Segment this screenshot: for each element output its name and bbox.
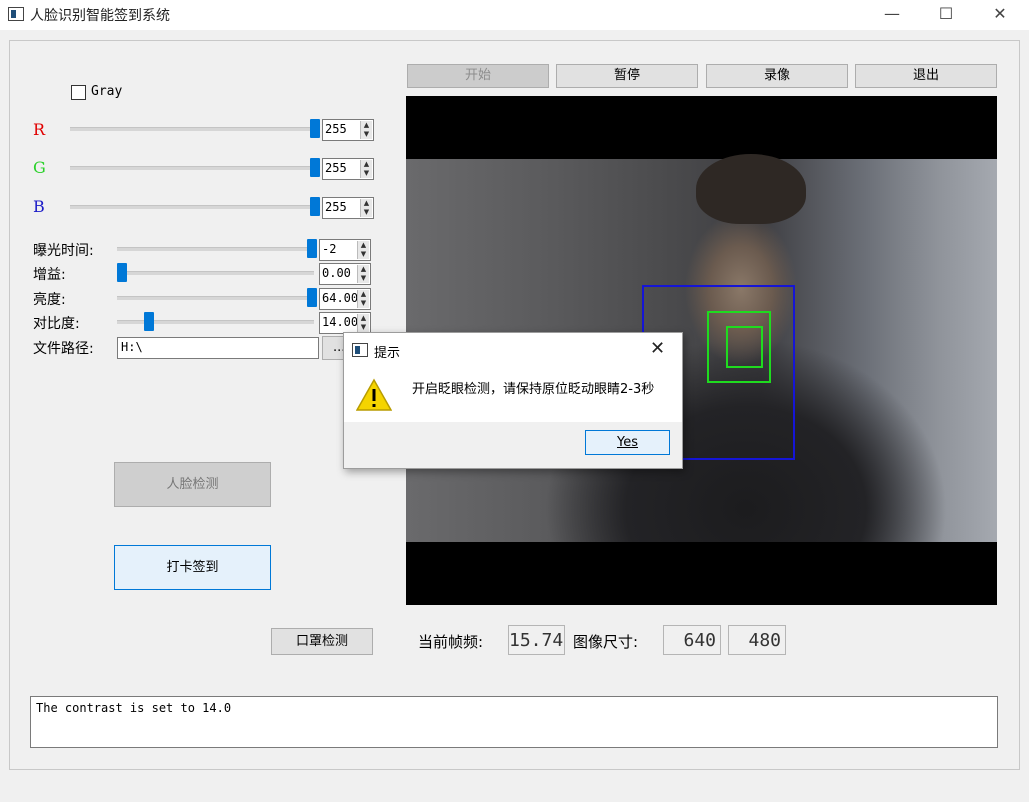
exposure-spinbox[interactable]: -2 ▲ ▼ (319, 239, 371, 261)
fps-label: 当前帧频: (418, 633, 484, 651)
eye-inner-box (726, 326, 763, 368)
status-bar (0, 776, 1029, 802)
log-text: The contrast is set to 14.0 (36, 701, 232, 715)
brightness-spinbox[interactable]: 64.00 ▲ ▼ (319, 288, 371, 310)
dialog-body: 开启眨眼检测，请保持原位眨动眼睛2-3秒 (344, 366, 682, 422)
b-label: B (33, 197, 45, 216)
width-display: 640 (663, 625, 721, 655)
contrast-value: 14.00 (322, 315, 359, 329)
r-spinbox[interactable]: 255 ▲ ▼ (322, 119, 374, 141)
contrast-label: 对比度: (33, 316, 80, 332)
b-value: 255 (325, 200, 347, 214)
message-dialog: 提示 ✕ 开启眨眼检测，请保持原位眨动眼睛2-3秒 Yes (343, 332, 683, 469)
spin-arrows-icon[interactable]: ▲ ▼ (357, 241, 369, 259)
path-input[interactable]: H:\ (117, 337, 319, 359)
spin-arrows-icon[interactable]: ▲ ▼ (360, 199, 372, 217)
g-slider-handle[interactable] (310, 158, 320, 177)
spin-arrows-icon[interactable]: ▲ ▼ (360, 121, 372, 139)
gray-checkbox[interactable] (71, 85, 86, 100)
dialog-close-icon[interactable]: ✕ (650, 338, 665, 359)
gain-spinbox[interactable]: 0.00 ▲ ▼ (319, 263, 371, 285)
yes-button[interactable]: Yes (585, 430, 670, 455)
face-detect-button[interactable]: 人脸检测 (114, 462, 271, 507)
dialog-message: 开启眨眼检测，请保持原位眨动眼睛2-3秒 (412, 382, 655, 397)
g-spinbox[interactable]: 255 ▲ ▼ (322, 158, 374, 180)
image-size-label: 图像尺寸: (573, 633, 639, 651)
gray-label: Gray (91, 84, 123, 99)
pause-button[interactable]: 暂停 (556, 64, 698, 88)
check-in-button[interactable]: 打卡签到 (114, 545, 271, 590)
minimize-button[interactable]: — (869, 2, 915, 26)
r-label: R (33, 120, 46, 139)
exposure-value: -2 (322, 242, 337, 256)
g-value: 255 (325, 161, 347, 175)
fps-display: 15.74 (508, 625, 565, 655)
gain-value: 0.00 (322, 266, 351, 280)
brightness-value: 64.00 (322, 291, 359, 305)
maximize-button[interactable]: ☐ (923, 2, 969, 26)
dialog-title: 提示 (374, 346, 401, 361)
gain-slider-handle[interactable] (117, 263, 127, 282)
spin-arrows-icon[interactable]: ▲ ▼ (357, 265, 369, 283)
r-value: 255 (325, 122, 347, 136)
brightness-slider-track[interactable] (117, 296, 314, 300)
path-value: H:\ (121, 340, 143, 354)
contrast-spinbox[interactable]: 14.00 ▲ ▼ (319, 312, 371, 334)
r-slider-handle[interactable] (310, 119, 320, 138)
log-textbox[interactable]: The contrast is set to 14.0 (30, 696, 998, 748)
dialog-app-icon (352, 343, 368, 357)
gain-label: 增益: (33, 267, 66, 283)
title-bar: 人脸识别智能签到系统 — ☐ ✕ (0, 0, 1029, 30)
dialog-title-bar: 提示 ✕ (344, 333, 682, 366)
exit-button[interactable]: 退出 (855, 64, 997, 88)
person-hair (696, 154, 806, 224)
spin-arrows-icon[interactable]: ▲ ▼ (357, 314, 369, 332)
g-slider-track[interactable] (70, 166, 318, 170)
warning-icon (356, 378, 392, 411)
brightness-label: 亮度: (33, 292, 66, 308)
b-spinbox[interactable]: 255 ▲ ▼ (322, 197, 374, 219)
b-slider-handle[interactable] (310, 197, 320, 216)
record-button[interactable]: 录像 (706, 64, 848, 88)
brightness-slider-handle[interactable] (307, 288, 317, 307)
window-title: 人脸识别智能签到系统 (30, 8, 170, 24)
start-button[interactable]: 开始 (407, 64, 549, 88)
gain-slider-track[interactable] (117, 271, 314, 275)
app-icon (8, 7, 24, 21)
g-label: G (33, 158, 46, 177)
exposure-slider-track[interactable] (117, 247, 314, 251)
close-button[interactable]: ✕ (977, 2, 1023, 26)
mask-detect-button[interactable]: 口罩检测 (271, 628, 373, 655)
spin-arrows-icon[interactable]: ▲ ▼ (360, 160, 372, 178)
r-slider-track[interactable] (70, 127, 318, 131)
height-display: 480 (728, 625, 786, 655)
contrast-slider-handle[interactable] (144, 312, 154, 331)
spin-arrows-icon[interactable]: ▲ ▼ (357, 290, 369, 308)
b-slider-track[interactable] (70, 205, 318, 209)
exposure-label: 曝光时间: (33, 243, 94, 259)
path-label: 文件路径: (33, 341, 94, 357)
exposure-slider-handle[interactable] (307, 239, 317, 258)
